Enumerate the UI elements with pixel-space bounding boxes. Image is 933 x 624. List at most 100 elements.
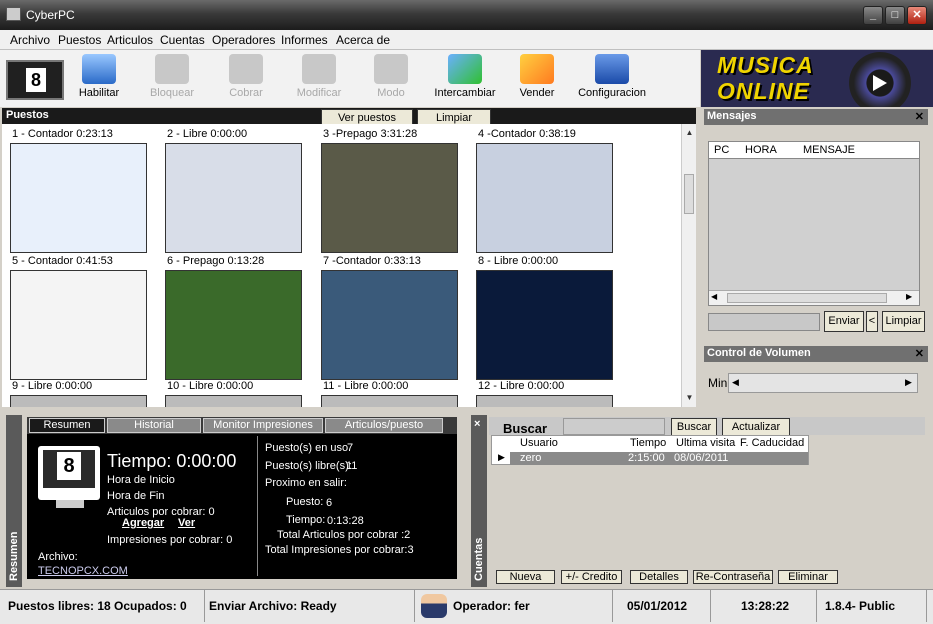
table-row[interactable]: zero 2:15:00 08/06/2011 — [510, 452, 808, 465]
puesto-thumbnail[interactable] — [321, 270, 458, 380]
tab-resumen[interactable]: Resumen — [29, 418, 105, 433]
mensajes-table: PC HORA MENSAJE ◀ ▶ — [708, 141, 920, 306]
puesto-label: 6 - Prepago 0:13:28 — [167, 255, 265, 267]
recontrasena-button[interactable]: Re-Contraseña — [693, 570, 773, 584]
cuentas-table: Usuario Tiempo Ultima visita F. Caducida… — [491, 435, 809, 465]
puesto-thumbnail[interactable] — [476, 143, 613, 253]
cobrar-button[interactable]: Cobrar — [210, 52, 282, 104]
puesto-thumbnail[interactable] — [165, 395, 302, 407]
scroll-right-icon[interactable]: ▶ — [906, 292, 912, 301]
puesto-label: 3 -Prepago 3:31:28 — [323, 128, 418, 140]
puesto-thumbnail[interactable] — [10, 143, 147, 253]
puesto-thumbnail[interactable] — [165, 270, 302, 380]
credito-button[interactable]: +/- Credito — [561, 570, 622, 584]
puesto-thumbnail[interactable] — [476, 395, 613, 407]
tecnopcx-link[interactable]: TECNOPCX.COM — [38, 565, 128, 577]
tiempo-label: Tiempo: — [286, 514, 326, 526]
status-puestos: Puestos libres: 18 Ocupados: 0 — [0, 590, 205, 622]
mensaje-input[interactable] — [708, 313, 820, 331]
menu-operadores[interactable]: Operadores — [212, 33, 275, 47]
hscroll-thumb[interactable] — [727, 293, 887, 303]
buscar-button[interactable]: Buscar — [671, 418, 717, 436]
puesto-thumbnail[interactable] — [10, 395, 147, 407]
libres-value: 11 — [346, 460, 358, 472]
proximo-label: Proximo en salir: — [265, 477, 347, 489]
volumen-close-icon[interactable]: ✕ — [915, 347, 924, 360]
limpiar-mensajes-button[interactable]: Limpiar — [882, 311, 925, 332]
puesto-thumbnail[interactable] — [321, 395, 458, 407]
menu-informes[interactable]: Informes — [281, 33, 328, 47]
status-hora: 13:28:22 — [711, 590, 817, 622]
title-bar: CyberPC _ □ ✕ — [0, 0, 933, 30]
puesto-thumbnail[interactable] — [10, 270, 147, 380]
menu-acerca-de[interactable]: Acerca de — [336, 33, 390, 47]
menu-archivo[interactable]: Archivo — [10, 33, 50, 47]
configuracion-button[interactable]: Configuracion — [574, 52, 650, 104]
status-fecha: 05/01/2012 — [613, 590, 711, 622]
bloquear-button[interactable]: Bloquear — [136, 52, 208, 104]
scroll-down-icon[interactable]: ▼ — [683, 391, 696, 404]
volumen-left-icon[interactable]: ◀ — [732, 377, 739, 388]
puesto-label: 9 - Libre 0:00:00 — [12, 380, 93, 392]
window-title: CyberPC — [26, 8, 75, 22]
agregar-link[interactable]: Agregar — [122, 517, 164, 529]
resumen-tabs: Resumen Historial Monitor Impresiones Ar… — [27, 417, 457, 434]
sell-icon — [520, 54, 554, 84]
menu-puestos[interactable]: Puestos — [58, 33, 101, 47]
maximize-button[interactable]: □ — [885, 6, 905, 25]
mensajes-header: Mensajes ✕ — [704, 109, 928, 125]
detalles-button[interactable]: Detalles — [630, 570, 688, 584]
resumen-divider — [257, 436, 258, 576]
volumen-slider[interactable]: ◀ ▶ — [728, 373, 918, 393]
mode-icon — [374, 54, 408, 84]
nueva-button[interactable]: Nueva — [496, 570, 555, 584]
modificar-button[interactable]: Modificar — [283, 52, 355, 104]
vender-button[interactable]: Vender — [501, 52, 573, 104]
archivo-label: Archivo: — [38, 551, 78, 563]
mensajes-table-header: PC HORA MENSAJE — [709, 142, 919, 159]
impresiones-por-cobrar: Impresiones por cobrar: 0 — [107, 534, 233, 546]
settings-icon — [595, 54, 629, 84]
minimize-button[interactable]: _ — [863, 6, 883, 25]
menu-articulos[interactable]: Articulos — [107, 33, 153, 47]
puestos-scrollbar[interactable]: ▲ ▼ — [681, 124, 696, 407]
scroll-thumb[interactable] — [684, 174, 694, 214]
toolbar: Habilitar Bloquear Cobrar Modificar Modo… — [0, 50, 700, 107]
cuentas-close-icon[interactable]: × — [474, 418, 480, 430]
modo-button[interactable]: Modo — [355, 52, 427, 104]
menu-cuentas[interactable]: Cuentas — [160, 33, 205, 47]
eliminar-button[interactable]: Eliminar — [778, 570, 838, 584]
actualizar-button[interactable]: Actualizar — [722, 418, 790, 436]
tab-monitor-impresiones[interactable]: Monitor Impresiones — [203, 418, 323, 433]
habilitar-button[interactable]: Habilitar — [63, 52, 135, 104]
hora-fin: Hora de Fin — [107, 490, 165, 502]
volumen-right-icon[interactable]: ▶ — [905, 377, 912, 388]
puesto-label: 11 - Libre 0:00:00 — [323, 380, 409, 392]
cuentas-sidebar: Cuentas — [471, 415, 487, 587]
puesto-label: 10 - Libre 0:00:00 — [167, 380, 254, 392]
computer-icon — [82, 54, 116, 84]
intercambiar-button[interactable]: Intercambiar — [429, 52, 501, 104]
tab-articulos-puesto[interactable]: Articulos/puesto — [325, 418, 443, 433]
puesto-value: 6 — [326, 497, 333, 509]
scroll-left-icon[interactable]: ◀ — [711, 292, 717, 301]
back-button[interactable]: < — [866, 311, 878, 332]
buscar-input[interactable] — [563, 418, 665, 435]
close-button[interactable]: ✕ — [907, 6, 927, 25]
volumen-header: Control de Volumen ✕ — [704, 346, 928, 362]
scroll-up-icon[interactable]: ▲ — [683, 126, 696, 139]
ver-link[interactable]: Ver — [178, 517, 195, 529]
puesto-thumbnail[interactable] — [165, 143, 302, 253]
puesto-thumbnail[interactable] — [321, 143, 458, 253]
enviar-button[interactable]: Enviar — [824, 311, 864, 332]
lock-computer-icon — [155, 54, 189, 84]
puesto-label: 1 - Contador 0:23:13 — [12, 128, 113, 140]
musica-online-banner[interactable]: MUSICA ONLINE — [701, 50, 933, 107]
puesto-thumbnail[interactable] — [476, 270, 613, 380]
mensajes-close-icon[interactable]: ✕ — [915, 110, 924, 123]
mensajes-hscroll[interactable]: ◀ ▶ — [709, 290, 919, 305]
en-uso-label: Puesto(s) en uso — [265, 442, 349, 454]
tab-historial[interactable]: Historial — [107, 418, 201, 433]
app-icon — [6, 7, 21, 21]
status-operador: Operador: fer — [415, 590, 613, 622]
